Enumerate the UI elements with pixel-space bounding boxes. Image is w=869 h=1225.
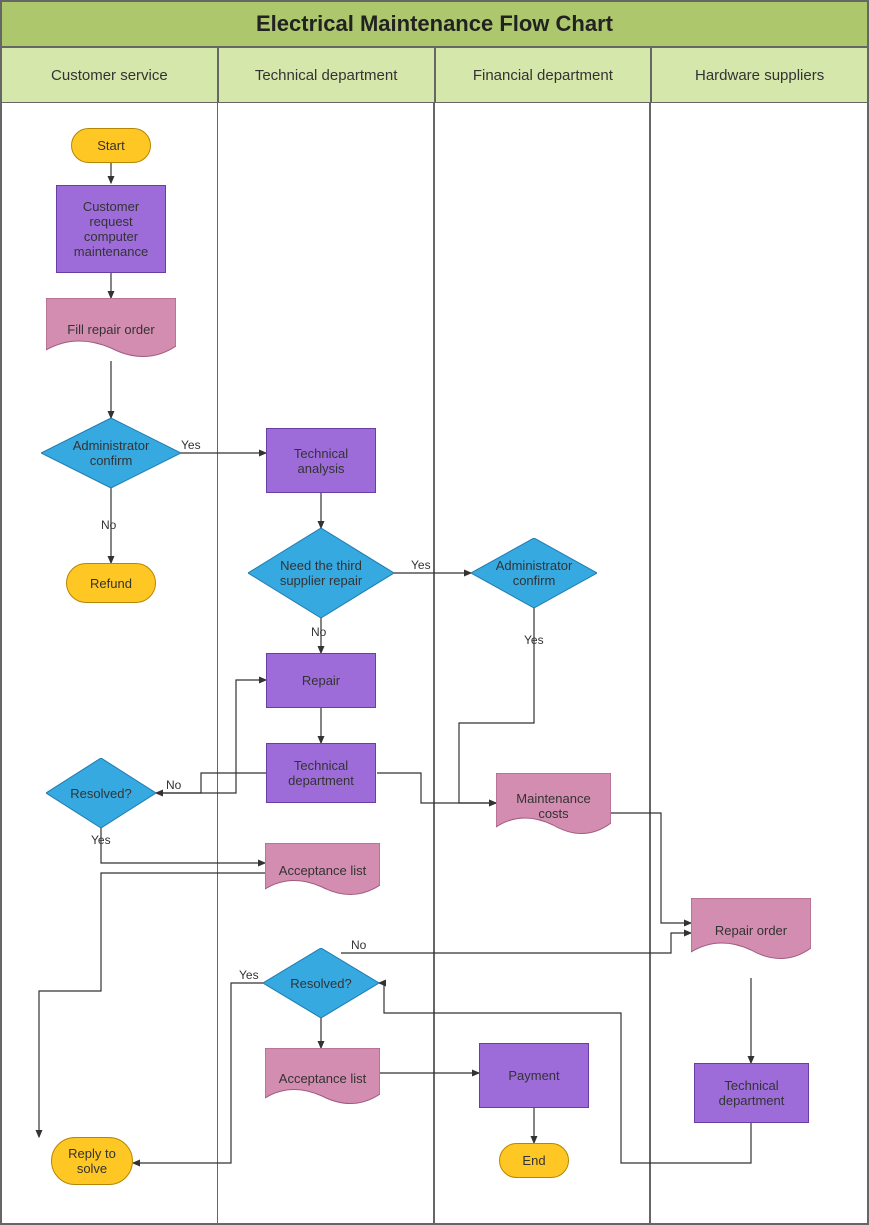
chart-title: Electrical Maintenance Flow Chart [1, 1, 868, 47]
edge-no-4: No [351, 938, 366, 952]
node-acc-list2: Acceptance list [265, 1048, 380, 1108]
lane-head-customer: Customer service [1, 47, 218, 103]
label-resolved2: Resolved? [270, 976, 371, 991]
node-resolved1: Resolved? [46, 758, 156, 828]
lane-body: Start Customer request computer maintena… [1, 103, 868, 1224]
node-tech-analysis: Technical analysis [266, 428, 376, 493]
label-maint-costs: Maintenance costs [500, 791, 607, 821]
lane-head-hardware: Hardware suppliers [651, 47, 868, 103]
label-resolved1: Resolved? [50, 786, 151, 801]
node-request: Customer request computer maintenance [56, 185, 166, 273]
lane-headers: Customer service Technical department Fi… [1, 47, 868, 103]
label-admin-confirm2: Administrator confirm [475, 558, 593, 588]
node-repair: Repair [266, 653, 376, 708]
node-payment: Payment [479, 1043, 589, 1108]
edge-yes-5: Yes [239, 968, 259, 982]
node-start: Start [71, 128, 151, 163]
label-need-third: Need the third supplier repair [252, 558, 390, 588]
node-admin-confirm2: Administrator confirm [471, 538, 597, 608]
node-maint-costs: Maintenance costs [496, 773, 611, 838]
flowchart-root: Electrical Maintenance Flow Chart Custom… [0, 0, 869, 1225]
label-fill-order: Fill repair order [67, 322, 154, 337]
edge-yes-3: Yes [524, 633, 544, 647]
node-repair-order2: Repair order [691, 898, 811, 963]
edge-yes-1: Yes [181, 438, 201, 452]
node-fill-order: Fill repair order [46, 298, 176, 360]
node-acc-list1: Acceptance list [265, 843, 380, 898]
edge-yes-4: Yes [91, 833, 111, 847]
node-resolved2: Resolved? [263, 948, 379, 1018]
label-acc-list2: Acceptance list [279, 1071, 366, 1086]
edge-yes-2: Yes [411, 558, 431, 572]
edge-no-1: No [101, 518, 116, 532]
node-need-third: Need the third supplier repair [248, 528, 394, 618]
lane-head-financial: Financial department [435, 47, 652, 103]
edge-no-3: No [166, 778, 181, 792]
label-repair-order2: Repair order [715, 923, 787, 938]
node-end: End [499, 1143, 569, 1178]
node-tech-dept1: Technical department [266, 743, 376, 803]
label-admin-confirm1: Administrator confirm [45, 438, 177, 468]
node-admin-confirm1: Administrator confirm [41, 418, 181, 488]
node-refund: Refund [66, 563, 156, 603]
label-acc-list1: Acceptance list [279, 863, 366, 878]
edge-no-2: No [311, 625, 326, 639]
lane-head-technical: Technical department [218, 47, 435, 103]
node-reply-solve: Reply to solve [51, 1137, 133, 1185]
node-tech-dept2: Technical department [694, 1063, 809, 1123]
